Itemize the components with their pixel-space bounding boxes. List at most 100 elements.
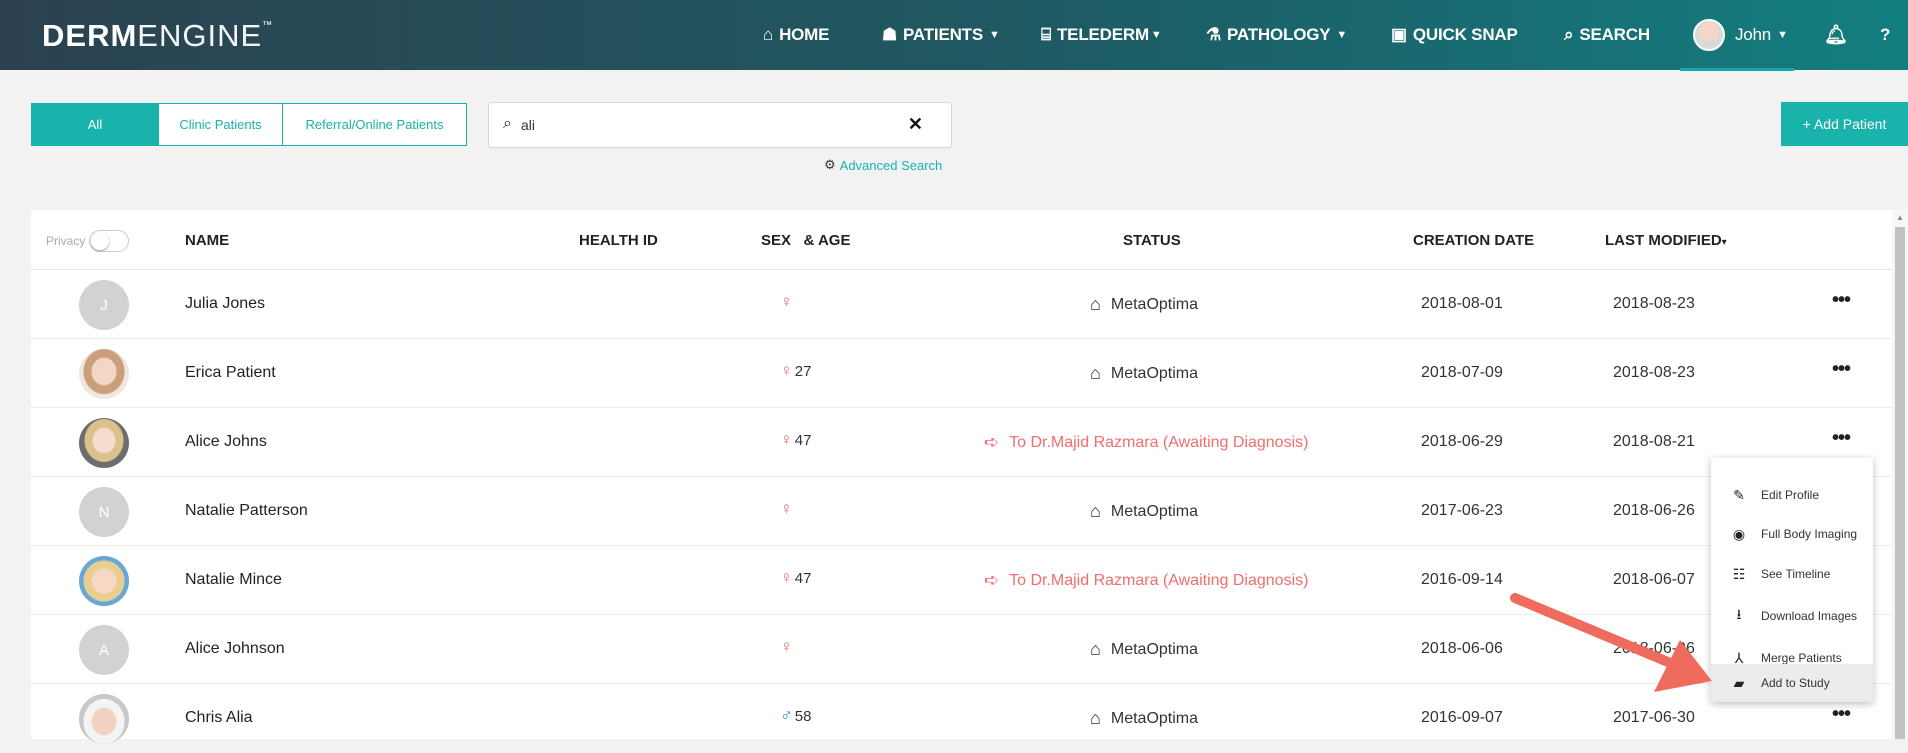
user-menu[interactable]: John ▼ bbox=[1693, 0, 1788, 70]
female-icon: ♀ bbox=[780, 361, 793, 380]
telederm-icon: ⌸ bbox=[1041, 25, 1051, 44]
menu-item-see-timeline[interactable]: ☷ See Timeline bbox=[1711, 557, 1873, 591]
avatar: N bbox=[79, 487, 129, 537]
menu-item-download-images[interactable]: ⭳ Download Images bbox=[1711, 599, 1873, 633]
nav-patients[interactable]: ☗ PATIENTS ▼ bbox=[882, 0, 1000, 70]
patient-name[interactable]: Alice Johnson bbox=[185, 640, 285, 658]
female-icon: ♀ bbox=[780, 292, 793, 311]
clinic-house-icon: ⌂ bbox=[1090, 708, 1101, 728]
status-cell: ⌂ MetaOptima bbox=[1090, 708, 1199, 728]
row-actions-menu: ✎ Edit Profile ◉ Full Body Imaging ☷ See Ti… bbox=[1711, 458, 1873, 702]
creation-date: 2016-09-14 bbox=[1421, 571, 1503, 588]
sex-age-cell: ♀ bbox=[780, 499, 795, 519]
chevron-down-icon: ▼ bbox=[1150, 29, 1162, 41]
nav-search[interactable]: ⌕ SEARCH bbox=[1564, 0, 1650, 70]
clinic-house-icon: ⌂ bbox=[1090, 363, 1101, 383]
status-cell: ➪ To Dr.Majid Razmara (Awaiting Diagnosis… bbox=[984, 432, 1309, 452]
sex-age-cell: ♀ 47 bbox=[780, 568, 812, 587]
menu-item-edit-profile[interactable]: ✎ Edit Profile bbox=[1711, 478, 1873, 512]
last-modified-date: 2018-08-23 bbox=[1613, 295, 1695, 312]
creation-date: 2018-06-06 bbox=[1421, 640, 1503, 657]
toggle-switch[interactable] bbox=[89, 230, 130, 252]
creation-date: 2018-08-01 bbox=[1421, 295, 1503, 312]
header-name[interactable]: NAME bbox=[185, 232, 229, 249]
add-patient-button[interactable]: + Add Patient bbox=[1781, 102, 1908, 146]
nav-quick-snap[interactable]: ▣ QUICK SNAP bbox=[1391, 0, 1518, 70]
filter-all[interactable]: All bbox=[31, 103, 159, 146]
patient-name[interactable]: Natalie Mince bbox=[185, 571, 282, 589]
patient-name[interactable]: Natalie Patterson bbox=[185, 502, 308, 520]
chevron-down-icon: ▼ bbox=[989, 29, 1000, 41]
last-modified-date: 2018-08-21 bbox=[1613, 433, 1695, 450]
search-icon: ⌕ bbox=[503, 115, 512, 132]
header-last-modified[interactable]: LAST MODIFIED▾ bbox=[1605, 232, 1727, 249]
table-row[interactable]: N Natalie Patterson ♀ ⌂ MetaOptima 2017-0… bbox=[31, 477, 1893, 546]
clinic-house-icon: ⌂ bbox=[1090, 639, 1101, 659]
header-health-id[interactable]: HEALTH ID bbox=[579, 232, 658, 249]
menu-item-add-to-study[interactable]: ▰ Add to Study bbox=[1711, 664, 1873, 702]
avatar bbox=[79, 694, 129, 744]
more-options-icon[interactable]: ••• bbox=[1832, 289, 1851, 312]
patient-name[interactable]: Alice Johns bbox=[185, 433, 267, 451]
status-cell: ⌂ MetaOptima bbox=[1090, 363, 1199, 383]
timeline-icon: ☷ bbox=[1732, 565, 1746, 582]
sex-age-cell: ♀ bbox=[780, 637, 795, 657]
patient-search-box[interactable]: ⌕ ali ✕ bbox=[488, 102, 952, 148]
header-sex-age[interactable]: SEX & AGE bbox=[761, 232, 850, 249]
referral-arrow-icon: ➪ bbox=[984, 570, 1000, 590]
scroll-up-icon[interactable]: ▲ bbox=[1896, 213, 1904, 222]
more-options-icon[interactable]: ••• bbox=[1832, 703, 1851, 726]
advanced-search-link[interactable]: ⚙ Advanced Search bbox=[824, 157, 942, 173]
table-row[interactable]: Natalie Mince ♀ 47 ➪ To Dr.Majid Razmara (… bbox=[31, 546, 1893, 615]
status-cell: ➪ To Dr.Majid Razmara (Awaiting Diagnosis… bbox=[984, 570, 1309, 590]
search-input[interactable]: ali bbox=[521, 117, 535, 133]
avatar bbox=[79, 349, 129, 399]
female-icon: ♀ bbox=[780, 499, 793, 518]
gear-icon: ⚙ bbox=[824, 157, 836, 172]
patient-name[interactable]: Erica Patient bbox=[185, 364, 276, 382]
table-row[interactable]: A Alice Johnson ♀ ⌂ MetaOptima 2018-06-06… bbox=[31, 615, 1893, 684]
menu-item-full-body-imaging[interactable]: ◉ Full Body Imaging bbox=[1711, 517, 1873, 551]
header-status[interactable]: STATUS bbox=[1123, 232, 1181, 249]
sex-age-cell: ♀ 27 bbox=[780, 361, 812, 380]
patients-icon: ☗ bbox=[882, 25, 898, 44]
table-header: Privacy NAME HEALTH ID SEX & AGE STATUS … bbox=[31, 210, 1893, 270]
creation-date: 2017-06-23 bbox=[1421, 502, 1503, 519]
referral-arrow-icon: ➪ bbox=[984, 432, 1000, 452]
camera-icon: ▣ bbox=[1391, 25, 1407, 44]
app-logo[interactable]: DERMENGINE™ bbox=[42, 18, 273, 54]
patient-name[interactable]: Julia Jones bbox=[185, 295, 265, 313]
last-modified-date: 2018-06-26 bbox=[1613, 502, 1695, 519]
scrollbar-thumb[interactable] bbox=[1895, 227, 1905, 739]
female-icon: ♀ bbox=[780, 637, 793, 656]
table-row[interactable]: J Julia Jones ♀ ⌂ MetaOptima 2018-08-01 2… bbox=[31, 270, 1893, 339]
nav-home[interactable]: ⌂ HOME bbox=[763, 0, 829, 70]
active-nav-indicator bbox=[1680, 68, 1794, 71]
table-row[interactable]: Chris Alia ♂ 58 ⌂ MetaOptima 2016-09-07 20… bbox=[31, 684, 1893, 753]
help-icon[interactable]: ? bbox=[1880, 0, 1890, 70]
last-modified-date: 2018-06-07 bbox=[1613, 571, 1695, 588]
header-creation-date[interactable]: CREATION DATE bbox=[1413, 232, 1534, 249]
sex-age-cell: ♂ 58 bbox=[780, 706, 812, 725]
avatar: A bbox=[79, 625, 129, 675]
more-options-icon[interactable]: ••• bbox=[1832, 427, 1851, 450]
patient-table: Privacy NAME HEALTH ID SEX & AGE STATUS … bbox=[31, 210, 1893, 744]
table-scrollbar[interactable]: ▲ bbox=[1892, 210, 1908, 739]
nav-telederm[interactable]: ⌸ TELEDERM ▼ bbox=[1041, 0, 1162, 70]
nav-pathology[interactable]: ⚗ PATHOLOGY ▼ bbox=[1206, 0, 1347, 70]
clinic-house-icon: ⌂ bbox=[1090, 501, 1101, 521]
status-cell: ⌂ MetaOptima bbox=[1090, 501, 1199, 521]
more-options-icon[interactable]: ••• bbox=[1832, 358, 1851, 381]
male-icon: ♂ bbox=[780, 706, 793, 725]
table-row[interactable]: Erica Patient ♀ 27 ⌂ MetaOptima 2018-07-09… bbox=[31, 339, 1893, 408]
home-icon: ⌂ bbox=[763, 25, 774, 44]
filter-clinic-patients[interactable]: Clinic Patients bbox=[158, 103, 283, 146]
notifications-bell-icon[interactable]: 🔔︎ bbox=[1824, 0, 1848, 70]
clear-search-icon[interactable]: ✕ bbox=[908, 114, 923, 135]
filter-referral-online-patients[interactable]: Referral/Online Patients bbox=[282, 103, 467, 146]
female-icon: ♀ bbox=[780, 568, 793, 587]
patient-name[interactable]: Chris Alia bbox=[185, 709, 253, 727]
status-cell: ⌂ MetaOptima bbox=[1090, 294, 1199, 314]
privacy-toggle[interactable]: Privacy bbox=[46, 230, 130, 252]
table-row[interactable]: Alice Johns ♀ 47 ➪ To Dr.Majid Razmara (Aw… bbox=[31, 408, 1893, 477]
